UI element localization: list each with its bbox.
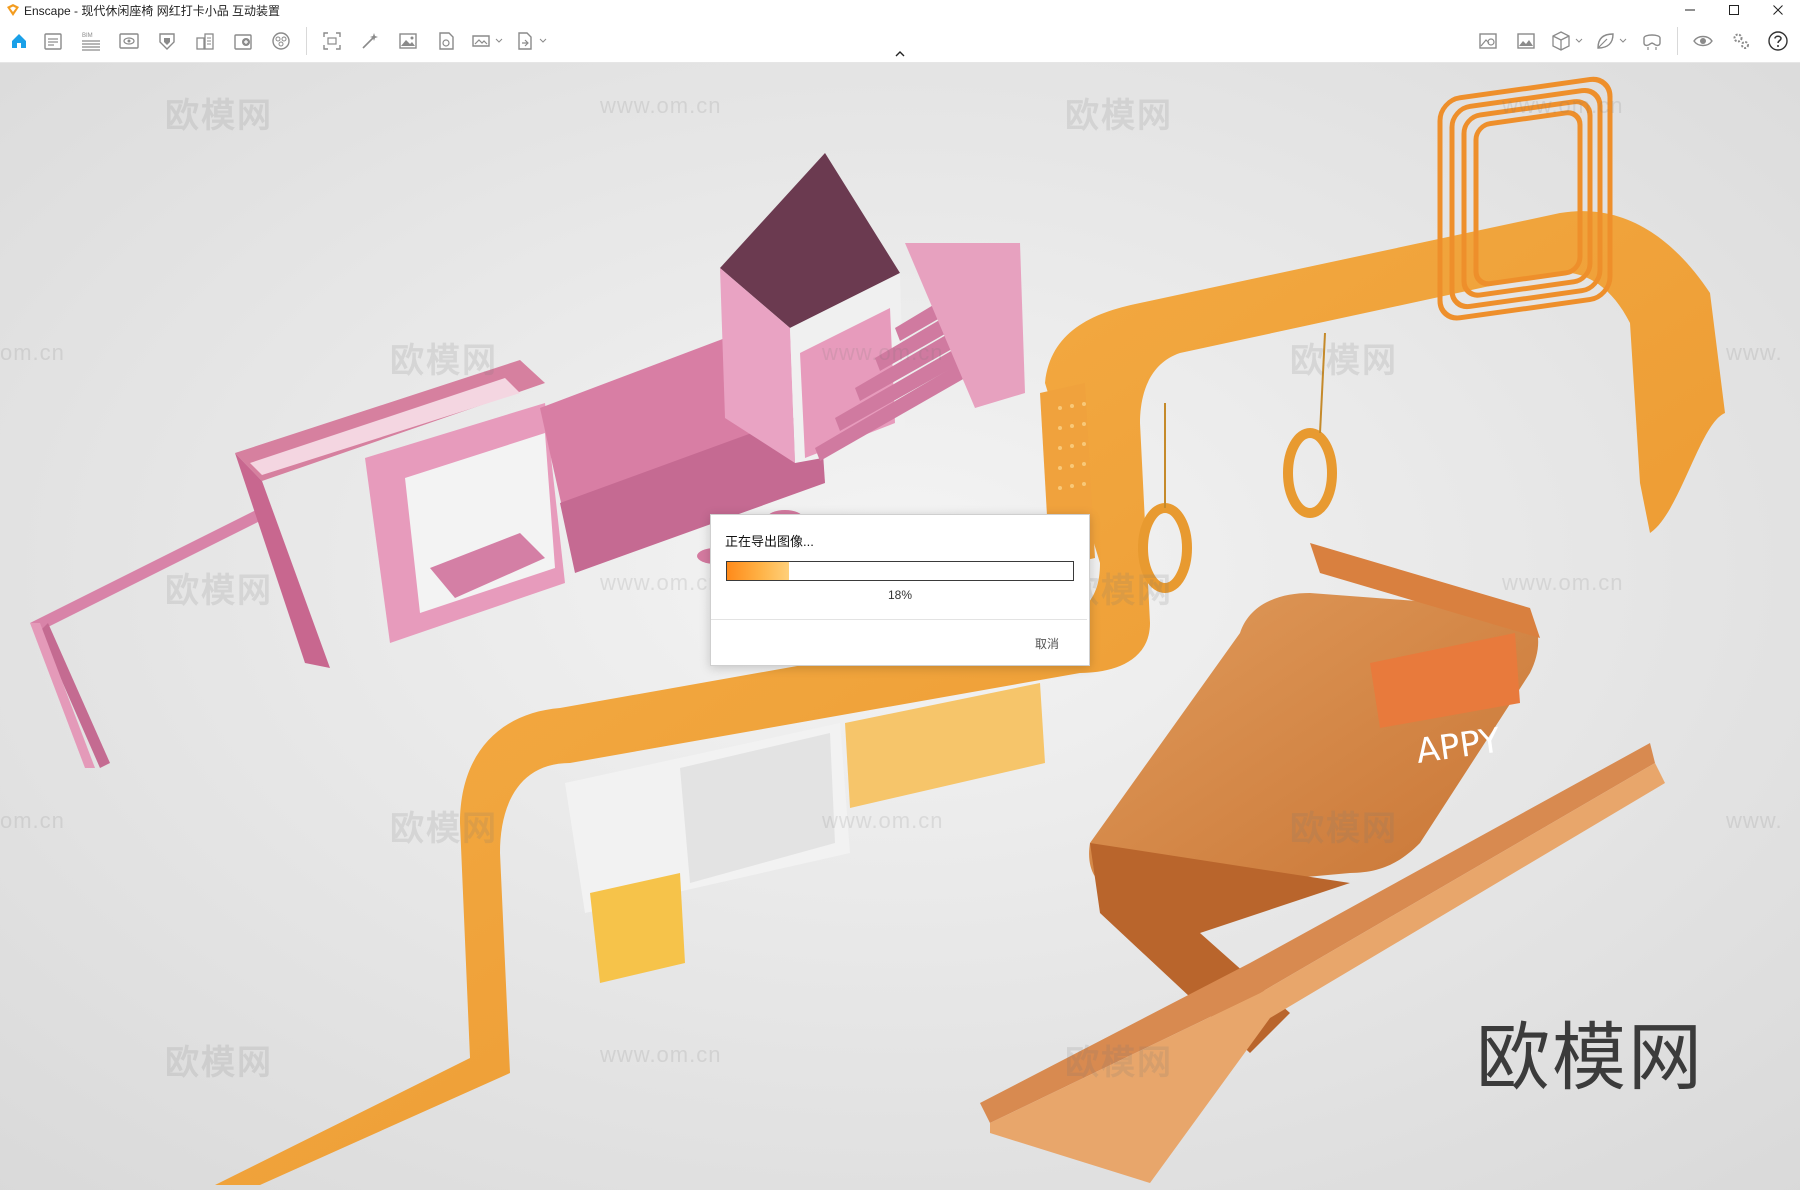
bim-button[interactable]: BIM	[72, 24, 110, 58]
material-button[interactable]	[262, 24, 300, 58]
toolbar-separator	[1677, 27, 1678, 55]
watermark-brand: 欧模网	[1290, 810, 1398, 848]
batch-render-icon	[362, 33, 378, 49]
watermark-url-partial: om.cn	[0, 340, 65, 365]
watermark-url: www.om.cn	[822, 340, 944, 365]
export-icon	[518, 32, 532, 50]
settings-button[interactable]	[1722, 24, 1760, 58]
views-icon	[119, 33, 139, 49]
maximize-button[interactable]	[1712, 0, 1756, 20]
views-button[interactable]	[110, 24, 148, 58]
cube-icon	[1552, 31, 1570, 51]
home-icon	[12, 34, 26, 48]
close-icon	[1773, 5, 1783, 15]
enscape-window: Enscape - 现代休闲座椅 网红打卡小品 互动装置 BIM APPY 欧模…	[0, 0, 1800, 1190]
watermark-brand: 欧模网	[165, 572, 273, 610]
watermark-brand: 欧模网	[1290, 342, 1398, 380]
help-icon	[1768, 31, 1788, 51]
watermark-url-cut: www.	[1726, 340, 1783, 365]
cube-button[interactable]	[1545, 24, 1589, 58]
leaf-icon	[1597, 33, 1614, 49]
corner-brand-logo: 欧模网	[1476, 1015, 1704, 1101]
vr-headset-button[interactable]	[1633, 24, 1671, 58]
render-image-button[interactable]	[389, 24, 427, 58]
batch-render-button[interactable]	[351, 24, 389, 58]
export-button[interactable]	[509, 24, 553, 58]
title-bar: Enscape - 现代休闲座椅 网红打卡小品 互动装置	[0, 0, 1800, 20]
home-button[interactable]	[4, 24, 34, 58]
export-progress-bar	[726, 561, 1074, 581]
watermark-url-partial: om.cn	[0, 808, 65, 833]
export-progress-dialog: 正在导出图像... 18% 取消	[710, 514, 1090, 666]
collapse-toolbar-chevron-icon[interactable]	[893, 48, 907, 60]
screenshot-button[interactable]	[313, 24, 351, 58]
watermark-brand: 欧模网	[390, 810, 498, 848]
clipping-button[interactable]	[148, 24, 186, 58]
watermark-brand: 欧模网	[1065, 1044, 1173, 1082]
watermark-url: www.om.cn	[600, 93, 722, 118]
minimize-icon	[1685, 9, 1695, 11]
toolbar-separator	[306, 27, 307, 55]
chevron-down-icon	[1619, 38, 1627, 43]
help-button[interactable]	[1760, 24, 1796, 58]
watermark-brand: 欧模网	[165, 1044, 273, 1082]
bim-icon: BIM	[82, 33, 100, 51]
watermark-url: www.om.cn	[600, 570, 722, 595]
buildings-icon	[196, 33, 214, 50]
maximize-icon	[1729, 5, 1739, 15]
visual-settings-button[interactable]	[1469, 24, 1507, 58]
video-editor-button[interactable]	[427, 24, 465, 58]
video-editor-icon	[439, 32, 454, 50]
watermark-url: www.om.cn	[822, 808, 944, 833]
progress-fill	[727, 562, 790, 580]
vr-headset-icon	[1643, 34, 1661, 50]
eye-button[interactable]	[1684, 24, 1722, 58]
window-controls	[1668, 0, 1800, 20]
project-icon	[44, 33, 62, 50]
enscape-logo-icon	[7, 4, 19, 16]
dialog-title: 正在导出图像...	[725, 534, 814, 549]
watermark-url-cut: www.	[1726, 808, 1783, 833]
visual-settings-icon	[1479, 33, 1497, 49]
bim-label: BIM	[82, 33, 93, 39]
atmosphere-icon	[1517, 33, 1535, 49]
progress-percentage: 18%	[887, 588, 913, 602]
dialog-divider	[711, 619, 1087, 620]
panorama-icon	[472, 35, 490, 47]
window-title: Enscape - 现代休闲座椅 网红打卡小品 互动装置	[24, 3, 281, 18]
chevron-down-icon	[495, 38, 503, 43]
toolbar-right-group	[1469, 20, 1796, 62]
close-button[interactable]	[1756, 0, 1800, 20]
watermark-brand: 欧模网	[165, 97, 273, 135]
project-button[interactable]	[34, 24, 72, 58]
render-image-icon	[399, 33, 417, 49]
chevron-down-icon	[539, 38, 547, 43]
watermark-brand: 欧模网	[1065, 97, 1173, 135]
watermark-url: www.om.cn	[600, 1042, 722, 1067]
asset-library-button[interactable]	[224, 24, 262, 58]
watermark-url: www.om.cn	[1502, 570, 1624, 595]
panorama-button[interactable]	[465, 24, 509, 58]
screenshot-icon	[323, 32, 341, 50]
watermark-brand: 欧模网	[390, 342, 498, 380]
toolbar-left-group: BIM	[4, 20, 553, 62]
atmosphere-button[interactable]	[1507, 24, 1545, 58]
material-icon	[272, 32, 290, 50]
minimize-button[interactable]	[1668, 0, 1712, 20]
watermark-url: www.om.cn	[1502, 93, 1624, 118]
chevron-down-icon	[1575, 38, 1583, 43]
leaf-button[interactable]	[1589, 24, 1633, 58]
clipping-icon	[159, 33, 175, 50]
cancel-button[interactable]: 取消	[1035, 635, 1059, 652]
buildings-button[interactable]	[186, 24, 224, 58]
eye-icon	[1693, 35, 1713, 47]
settings-icon	[1733, 33, 1749, 49]
asset-library-icon	[234, 34, 252, 50]
